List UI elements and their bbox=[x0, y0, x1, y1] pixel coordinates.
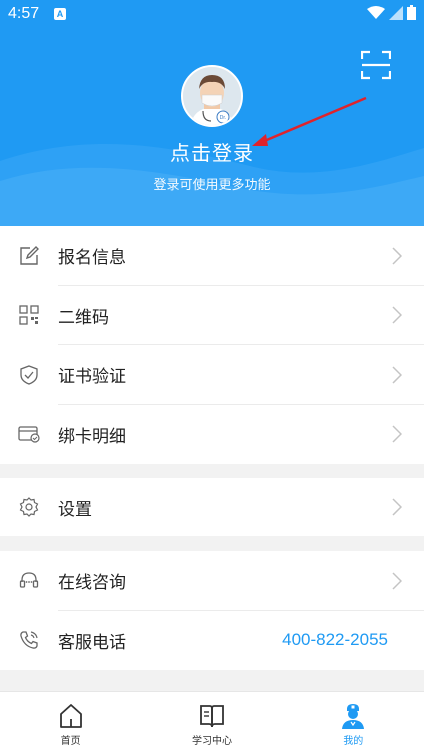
headset-icon bbox=[18, 570, 40, 592]
menu-label: 绑卡明细 bbox=[58, 426, 126, 447]
profile-header: 4:57 A Dr. 点击登录 登录可使用更多功能 bbox=[0, 0, 424, 226]
signal-icon bbox=[389, 5, 403, 20]
doctor-icon bbox=[342, 704, 365, 729]
chevron-right-icon bbox=[392, 572, 402, 590]
shield-check-icon bbox=[18, 364, 40, 386]
bottom-nav: 首页 学习中心 我的 bbox=[0, 691, 424, 755]
service-phone-number[interactable]: 400-822-2055 bbox=[282, 630, 388, 650]
chevron-right-icon bbox=[392, 247, 402, 265]
status-icons bbox=[367, 5, 416, 20]
qrcode-icon bbox=[18, 304, 40, 326]
phone-icon bbox=[18, 629, 40, 651]
tab-study-center[interactable]: 学习中心 bbox=[141, 692, 282, 755]
battery-icon bbox=[407, 5, 416, 20]
svg-text:Dr.: Dr. bbox=[220, 115, 226, 121]
login-title[interactable]: 点击登录 bbox=[0, 137, 424, 166]
chevron-right-icon bbox=[392, 306, 402, 324]
menu-group-settings: 设置 bbox=[0, 478, 424, 536]
tab-label: 学习中心 bbox=[191, 736, 232, 747]
tab-label: 首页 bbox=[60, 736, 81, 747]
menu-group-support: 在线咨询 客服电话 400-822-2055 bbox=[0, 551, 424, 670]
notification-a-icon: A bbox=[54, 8, 66, 20]
scan-icon bbox=[360, 50, 392, 80]
login-subtitle: 登录可使用更多功能 bbox=[153, 178, 271, 193]
home-icon bbox=[59, 704, 82, 728]
menu-label: 在线咨询 bbox=[58, 573, 126, 594]
menu-item-settings[interactable]: 设置 bbox=[0, 478, 424, 536]
tab-home[interactable]: 首页 bbox=[0, 692, 141, 755]
chevron-right-icon bbox=[392, 425, 402, 443]
menu-item-certificate-verify[interactable]: 证书验证 bbox=[0, 345, 424, 405]
edit-icon bbox=[18, 245, 40, 267]
menu-group-account: 报名信息 二维码 证书验证 绑卡明细 bbox=[0, 226, 424, 464]
chevron-right-icon bbox=[392, 498, 402, 516]
tab-label: 我的 bbox=[343, 736, 364, 747]
status-bar: 4:57 A bbox=[0, 0, 424, 28]
menu-label: 客服电话 bbox=[58, 632, 126, 653]
scan-button[interactable] bbox=[360, 50, 392, 80]
book-icon bbox=[200, 705, 224, 728]
menu-item-service-phone[interactable]: 客服电话 400-822-2055 bbox=[0, 611, 424, 671]
avatar[interactable]: Dr. bbox=[181, 65, 243, 127]
tab-mine[interactable]: 我的 bbox=[283, 692, 424, 755]
status-time: 4:57 bbox=[8, 5, 40, 22]
menu-label: 设置 bbox=[58, 499, 92, 520]
wifi-icon bbox=[367, 5, 385, 19]
menu-label: 报名信息 bbox=[58, 248, 126, 269]
card-icon bbox=[18, 423, 40, 445]
menu-item-registration-info[interactable]: 报名信息 bbox=[0, 226, 424, 286]
menu-label: 二维码 bbox=[58, 307, 109, 328]
gear-icon bbox=[18, 496, 40, 518]
menu-item-online-consult[interactable]: 在线咨询 bbox=[0, 551, 424, 611]
doctor-avatar-icon: Dr. bbox=[183, 67, 241, 125]
menu-item-card-details[interactable]: 绑卡明细 bbox=[0, 405, 424, 465]
menu-label: 证书验证 bbox=[58, 367, 126, 388]
chevron-right-icon bbox=[392, 366, 402, 384]
menu-item-qrcode[interactable]: 二维码 bbox=[0, 286, 424, 345]
